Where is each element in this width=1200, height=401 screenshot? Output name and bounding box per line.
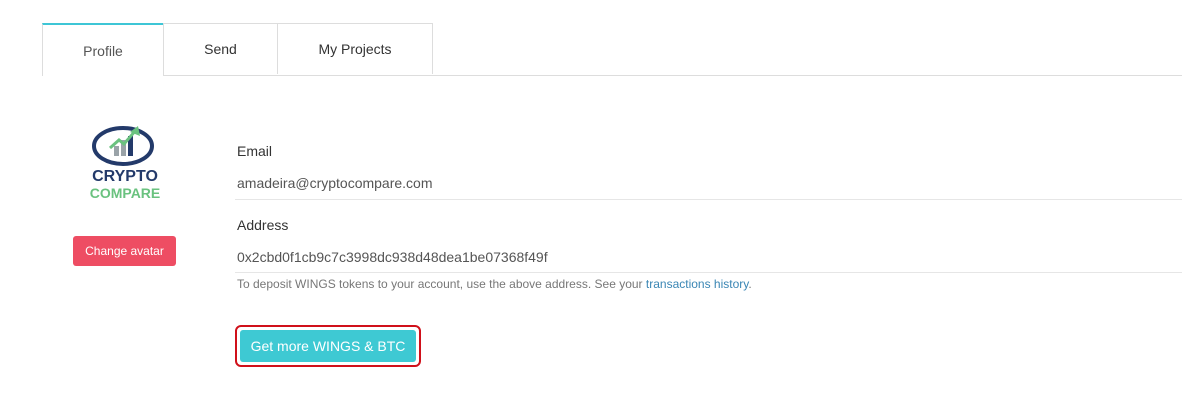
highlight-outline: Get more WINGS & BTC (235, 325, 421, 367)
help-text-prefix: To deposit WINGS tokens to your account,… (237, 277, 646, 291)
address-label: Address (237, 217, 289, 233)
tab-profile[interactable]: Profile (42, 23, 164, 76)
help-text-suffix: . (748, 277, 752, 291)
transactions-history-link[interactable]: transactions history (646, 277, 749, 291)
avatar: CRYPTO COMPARE (80, 118, 170, 208)
deposit-help-text: To deposit WINGS tokens to your account,… (237, 277, 752, 291)
tab-bar: Profile Send My Projects (42, 23, 1182, 76)
cryptocompare-logo-icon (92, 126, 154, 166)
divider (235, 199, 1182, 200)
email-label: Email (237, 143, 273, 159)
get-more-wings-btc-button[interactable]: Get more WINGS & BTC (240, 330, 416, 362)
logo-text-compare: COMPARE (89, 185, 161, 201)
email-value: amadeira@cryptocompare.com (237, 175, 433, 191)
change-avatar-button[interactable]: Change avatar (73, 236, 176, 266)
address-value: 0x2cbd0f1cb9c7c3998dc938d48dea1be07368f4… (237, 249, 548, 265)
tab-my-projects[interactable]: My Projects (277, 23, 433, 74)
divider (235, 272, 1182, 273)
logo-text-crypto: CRYPTO (92, 168, 158, 185)
tab-send[interactable]: Send (163, 23, 278, 74)
